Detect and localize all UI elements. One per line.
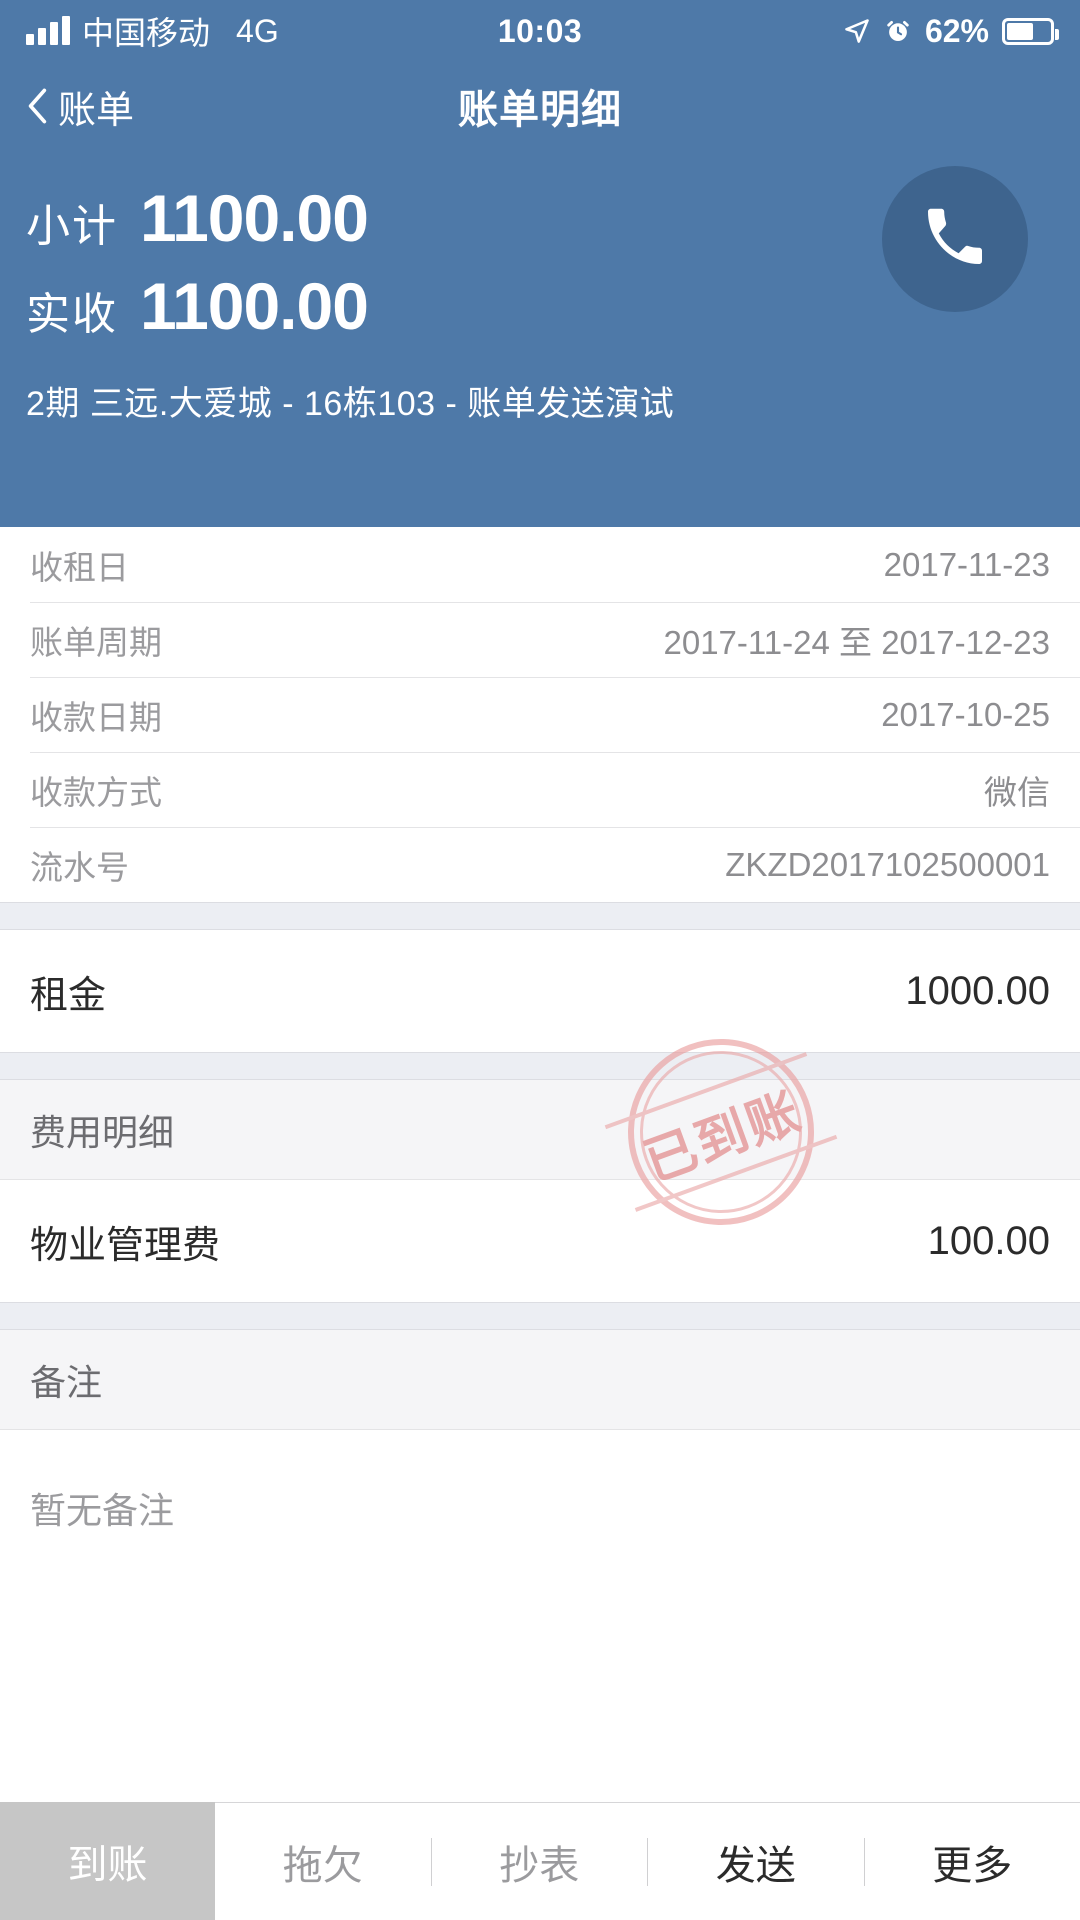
fee-value: 100.00: [927, 1218, 1050, 1263]
row-value: 微信: [984, 773, 1050, 811]
received-value: 1100.00: [140, 269, 369, 343]
property-address: 2期 三远.大爱城 - 16栋103 - 账单发送演试: [26, 385, 675, 423]
row-label: 账单周期: [30, 623, 162, 661]
row-label: 收租日: [30, 548, 129, 586]
rent-row: 租金 1000.00: [0, 930, 1080, 1052]
remark-section-header: 备注: [0, 1330, 1080, 1430]
bill-header: 账单 账单明细 小计 1100.00 实收 1100.00 2期 三远.大爱城 …: [0, 62, 1080, 527]
received-label: 实收: [26, 290, 118, 339]
table-row: 收款日期 2017-10-25: [0, 677, 1080, 752]
toolbar-button-meter-reading[interactable]: 抄表: [432, 1803, 648, 1920]
table-row: 账单周期 2017-11-24 至 2017-12-23: [0, 602, 1080, 677]
rent-value: 1000.00: [905, 968, 1050, 1013]
section-divider: [0, 902, 1080, 930]
bottom-toolbar: 到账 拖欠 抄表 发送 更多: [0, 1802, 1080, 1920]
alarm-clock-icon: [884, 17, 912, 45]
table-row: 收款方式 微信: [0, 752, 1080, 827]
toolbar-button-arrears[interactable]: 拖欠: [215, 1803, 431, 1920]
bill-info-list: 收租日 2017-11-23 账单周期 2017-11-24 至 2017-12…: [0, 527, 1080, 902]
status-bar: 中国移动 4G 10:03 62%: [0, 0, 1080, 62]
row-value: 2017-11-24 至 2017-12-23: [663, 623, 1051, 661]
row-label: 收款方式: [30, 773, 162, 811]
table-row: 流水号 ZKZD2017102500001: [0, 827, 1080, 902]
row-value: 2017-11-23: [883, 545, 1050, 583]
row-label: 流水号: [30, 848, 129, 886]
remark-empty-text: 暂无备注: [30, 1490, 175, 1531]
fee-row: 物业管理费 100.00: [0, 1180, 1080, 1302]
call-button[interactable]: [882, 166, 1028, 312]
location-arrow-icon: [843, 17, 871, 45]
toolbar-button-send[interactable]: 发送: [648, 1803, 864, 1920]
bill-body: 已到账 收租日 2017-11-23 账单周期 2017-11-24 至 201…: [0, 527, 1080, 1802]
status-bar-right: 62%: [843, 12, 1059, 50]
fee-section-title: 费用明细: [30, 1111, 175, 1153]
app-screen: 中国移动 4G 10:03 62% 账单 账单明细 小计 1100.00 实收 …: [0, 0, 1080, 1920]
phone-icon: [919, 201, 991, 278]
subtotal-label: 小计: [26, 202, 118, 251]
page-title: 账单明细: [458, 88, 622, 132]
section-divider: [0, 1052, 1080, 1080]
fee-section-header: 费用明细: [0, 1080, 1080, 1180]
battery-icon: [1002, 17, 1059, 45]
toolbar-button-more[interactable]: 更多: [865, 1803, 1080, 1920]
row-label: 收款日期: [30, 698, 162, 736]
row-value: ZKZD2017102500001: [725, 845, 1050, 883]
section-divider: [0, 1302, 1080, 1330]
subtotal-value: 1100.00: [140, 181, 369, 255]
row-value: 2017-10-25: [881, 695, 1050, 733]
remark-section-title: 备注: [30, 1361, 103, 1403]
navigation-bar: 账单 账单明细: [26, 62, 1054, 150]
fee-label: 物业管理费: [30, 1224, 221, 1267]
battery-percent-label: 62%: [924, 12, 989, 49]
table-row: 收租日 2017-11-23: [0, 527, 1080, 602]
remark-content: 暂无备注: [0, 1430, 1080, 1534]
toolbar-button-paid[interactable]: 到账: [0, 1802, 215, 1920]
rent-label: 租金: [30, 974, 107, 1017]
